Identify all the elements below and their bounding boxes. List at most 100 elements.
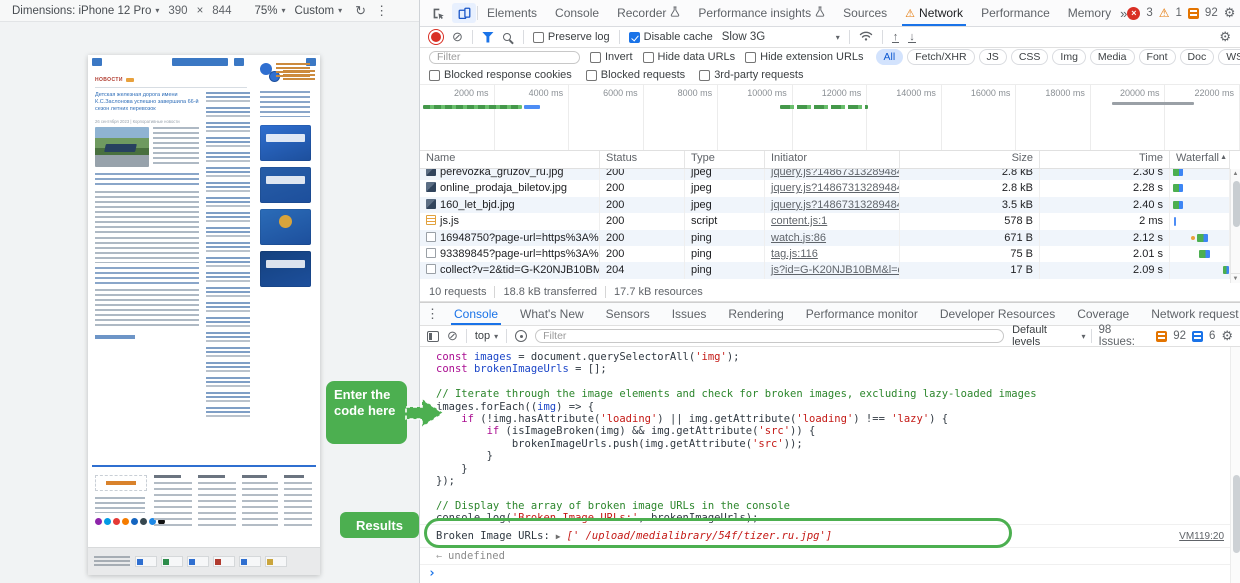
expand-array-icon[interactable]: ▶: [556, 532, 561, 541]
devtools-tab-performance[interactable]: Performance: [972, 0, 1059, 26]
checkbox-invert[interactable]: Invert: [590, 51, 633, 63]
settings-gear-icon[interactable]: ⚙: [1224, 5, 1236, 21]
filter-pill-ws[interactable]: WS: [1218, 49, 1240, 65]
filter-pill-font[interactable]: Font: [1138, 49, 1176, 65]
table-scrollbar[interactable]: ▲ ▼: [1230, 169, 1240, 283]
initiator-link[interactable]: content.js:1: [771, 215, 827, 227]
console-sidebar-icon[interactable]: [427, 330, 439, 342]
clear-console-icon[interactable]: ⊘: [447, 328, 458, 344]
filter-pill-doc[interactable]: Doc: [1179, 49, 1215, 65]
console-messages[interactable]: const images = document.querySelectorAll…: [420, 347, 1240, 583]
article-photo[interactable]: [95, 127, 149, 167]
cell-name[interactable]: 160_let_bjd.jpg: [420, 196, 600, 214]
social-icon[interactable]: [140, 518, 147, 525]
throttle-mode-dropdown[interactable]: Custom ▾: [295, 5, 343, 17]
issues-icon[interactable]: [1187, 7, 1199, 19]
sidebar-banner[interactable]: [260, 251, 311, 287]
article-headline-link[interactable]: Детская железная дорога имени К.С.Заслон…: [95, 92, 199, 113]
drawer-tab-network-request-blocking[interactable]: Network request blocking: [1140, 303, 1240, 325]
filter-pill-js[interactable]: JS: [978, 49, 1007, 65]
scrollbar-thumb[interactable]: [1232, 181, 1240, 227]
console-filter-input[interactable]: [535, 329, 1005, 343]
execution-context-dropdown[interactable]: top ▾: [475, 330, 498, 342]
column-header-size[interactable]: Size: [900, 151, 1040, 168]
device-height-input[interactable]: 844: [212, 5, 231, 17]
sidebar-banner[interactable]: [260, 125, 311, 161]
column-header-type[interactable]: Type: [685, 151, 765, 168]
source-location-link[interactable]: VM119:20: [1179, 531, 1224, 542]
cell-name[interactable]: collect?v=2&tid=G-K20NJB10BM&g...: [420, 262, 600, 279]
devtools-tab-performance-insights[interactable]: Performance insights: [689, 0, 834, 26]
network-request-row[interactable]: perevozka_gruzov_ru.jpg 200 jpeg jquery.js?…: [420, 169, 1230, 181]
search-icon[interactable]: [502, 33, 511, 41]
export-har-icon[interactable]: ↓: [908, 31, 916, 43]
log-levels-dropdown[interactable]: Default levels ▾: [1012, 324, 1085, 348]
initiator-link[interactable]: tag.js:116: [771, 248, 818, 260]
network-filter-input[interactable]: [429, 50, 580, 64]
drawer-tab-console[interactable]: Console: [443, 303, 509, 325]
drawer-tab-sensors[interactable]: Sensors: [595, 303, 661, 325]
console-log-output-row[interactable]: Broken Image URLs: ▶ [' /upload/medialib…: [420, 524, 1240, 549]
device-width-input[interactable]: 390: [168, 5, 187, 17]
cell-name[interactable]: 93389845?page-url=https%3A%2F...: [420, 245, 600, 263]
zoom-dropdown[interactable]: 75% ▾: [254, 5, 285, 17]
network-request-row[interactable]: collect?v=2&tid=G-K20NJB10BM&g...204ping…: [420, 262, 1230, 279]
cell-name[interactable]: perevozka_gruzov_ru.jpg: [420, 169, 600, 181]
network-request-row[interactable]: online_prodaja_biletov.jpg 200 jpeg jquery.…: [420, 180, 1230, 197]
network-request-row[interactable]: js.js 200 script content.js:1 578 B2 ms: [420, 213, 1230, 230]
record-network-log-icon[interactable]: [431, 32, 441, 42]
checkbox-hide-data-urls[interactable]: Hide data URLs: [642, 51, 735, 63]
social-icon[interactable]: [104, 518, 111, 525]
initiator-link[interactable]: watch.js:86: [771, 232, 826, 244]
sidebar-banner[interactable]: [260, 209, 311, 245]
clear-network-log-icon[interactable]: ⊘: [452, 29, 463, 45]
filter-funnel-icon[interactable]: [481, 31, 494, 43]
console-settings-gear-icon[interactable]: ⚙: [1221, 328, 1233, 344]
sidebar-banner[interactable]: [260, 167, 311, 203]
column-header-time[interactable]: Time: [1040, 151, 1170, 168]
sort-ascending-icon[interactable]: ▲: [1220, 154, 1227, 161]
import-har-icon[interactable]: ↑: [891, 31, 900, 43]
filter-pill-fetch-xhr[interactable]: Fetch/XHR: [907, 49, 975, 65]
network-conditions-icon[interactable]: [859, 30, 873, 44]
column-header-name[interactable]: Name: [420, 151, 600, 168]
checkbox-blocked-requests[interactable]: Blocked requests: [585, 69, 685, 81]
device-toolbar-more-icon[interactable]: ⋮: [375, 3, 388, 19]
devtools-tab-network[interactable]: ⚠ Network: [896, 0, 972, 26]
network-overview-timeline[interactable]: 2000 ms 4000 ms 6000 ms 8000 ms 10000 ms 1200…: [420, 85, 1240, 151]
console-scrollbar[interactable]: [1230, 347, 1240, 583]
devtools-tab-memory[interactable]: Memory: [1059, 0, 1120, 26]
network-request-row[interactable]: 160_let_bjd.jpg 200 jpeg jquery.js?14867313…: [420, 196, 1230, 214]
initiator-link[interactable]: jquery.js?148673132894840:4: [771, 169, 899, 178]
issues-count-label[interactable]: 98 Issues:: [1098, 324, 1150, 348]
checkbox-blocked-response-cookies[interactable]: Blocked response cookies: [429, 69, 572, 81]
devtools-tab-recorder[interactable]: Recorder: [608, 0, 689, 26]
device-type-dropdown[interactable]: Dimensions: iPhone 12 Pro ▾: [12, 5, 159, 17]
initiator-link[interactable]: jquery.js?148673132894840:4: [771, 182, 899, 194]
disable-cache-checkbox[interactable]: Disable cache: [628, 31, 713, 43]
cell-name[interactable]: js.js: [420, 213, 600, 230]
network-settings-gear-icon[interactable]: ⚙: [1219, 29, 1231, 45]
network-request-row[interactable]: 93389845?page-url=https%3A%2F...200pingt…: [420, 245, 1230, 263]
drawer-tab-rendering[interactable]: Rendering: [717, 303, 794, 325]
filter-pill-all[interactable]: All: [875, 49, 904, 65]
drawer-tab-issues[interactable]: Issues: [661, 303, 718, 325]
error-count-icon[interactable]: ×: [1127, 6, 1141, 20]
inspect-element-icon[interactable]: [426, 3, 450, 23]
devtools-tab-console[interactable]: Console: [546, 0, 608, 26]
drawer-tab-developer-resources[interactable]: Developer Resources: [929, 303, 1066, 325]
drawer-tab-performance-monitor[interactable]: Performance monitor: [795, 303, 929, 325]
toggle-device-toolbar-icon[interactable]: [452, 3, 476, 23]
devtools-tab-elements[interactable]: Elements: [478, 0, 546, 26]
drawer-menu-icon[interactable]: ⋮: [426, 306, 439, 322]
footer-app-badge[interactable]: [95, 475, 147, 491]
filter-pill-css[interactable]: CSS: [1010, 49, 1049, 65]
initiator-link[interactable]: jquery.js?148673132894840:4: [771, 199, 899, 211]
rotate-device-icon[interactable]: ↻: [355, 3, 366, 19]
column-header-status[interactable]: Status: [600, 151, 685, 168]
checkbox-hide-extension-urls[interactable]: Hide extension URLs: [745, 51, 864, 63]
social-icon[interactable]: [122, 518, 129, 525]
checkbox-3rd-party-requests[interactable]: 3rd-party requests: [699, 69, 803, 81]
throttling-dropdown[interactable]: Slow 3G ▾: [722, 31, 840, 43]
filter-pill-media[interactable]: Media: [1089, 49, 1135, 65]
